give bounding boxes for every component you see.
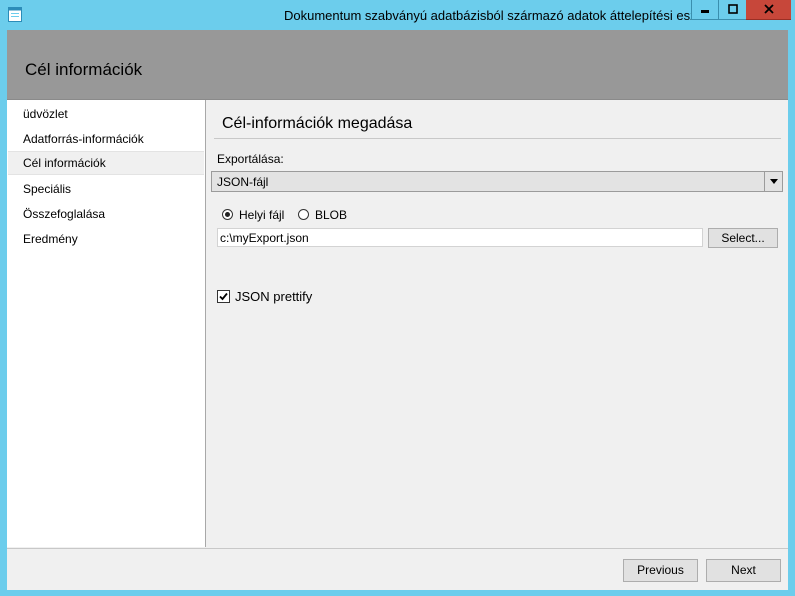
sidebar-item-source-info[interactable]: Adatforrás-információk <box>8 128 204 152</box>
title-bar: Dokumentum szabványú adatbázisból szárma… <box>0 0 795 30</box>
app-icon <box>8 7 22 22</box>
window-title: Dokumentum szabványú adatbázisból szárma… <box>284 8 717 23</box>
minimize-button[interactable] <box>691 0 718 20</box>
blob-radio[interactable]: BLOB <box>298 207 347 222</box>
sidebar-item-summary[interactable]: Összefoglalása <box>8 203 204 227</box>
maximize-button[interactable] <box>718 0 746 20</box>
page-header: Cél információk <box>7 30 788 100</box>
export-label: Exportálása: <box>217 152 284 166</box>
export-type-select[interactable]: JSON-fájl <box>211 171 783 192</box>
radio-checked-indicator <box>222 209 233 220</box>
dropdown-arrow-icon[interactable] <box>764 172 782 191</box>
previous-button[interactable]: Previous <box>623 559 698 582</box>
close-icon <box>763 3 774 17</box>
wizard-footer: Previous Next <box>7 548 788 590</box>
minimize-icon <box>700 3 710 17</box>
local-file-label: Helyi fájl <box>239 207 285 222</box>
section-title: Cél-információk megadása <box>222 115 413 132</box>
sidebar-item-advanced[interactable]: Speciális <box>8 178 204 202</box>
target-info-panel: Cél-információk megadása Exportálása: JS… <box>206 100 788 547</box>
section-divider <box>214 138 781 139</box>
sidebar-item-target-info[interactable]: Cél információk <box>8 151 204 175</box>
local-file-radio[interactable]: Helyi fájl <box>222 207 284 222</box>
wizard-window: Cél információk üdvözlet Adatforrás-info… <box>7 30 788 590</box>
page-title: Cél információk <box>25 60 143 79</box>
select-file-button[interactable]: Select... <box>708 228 778 248</box>
export-type-value: JSON-fájl <box>217 175 269 189</box>
radio-unchecked-indicator <box>298 209 309 220</box>
blob-label: BLOB <box>315 207 348 222</box>
wizard-steps-sidebar: üdvözlet Adatforrás-információk Cél info… <box>7 100 206 547</box>
export-path-input[interactable] <box>217 228 703 247</box>
json-prettify-label: JSON prettify <box>235 288 313 304</box>
next-button[interactable]: Next <box>706 559 781 582</box>
maximize-icon <box>727 3 738 17</box>
checkmark-icon <box>217 289 230 303</box>
json-prettify-checkbox[interactable]: JSON prettify <box>217 288 312 304</box>
sidebar-item-result[interactable]: Eredmény <box>8 228 204 252</box>
sidebar-item-welcome[interactable]: üdvözlet <box>8 103 204 127</box>
close-button[interactable] <box>746 0 791 20</box>
